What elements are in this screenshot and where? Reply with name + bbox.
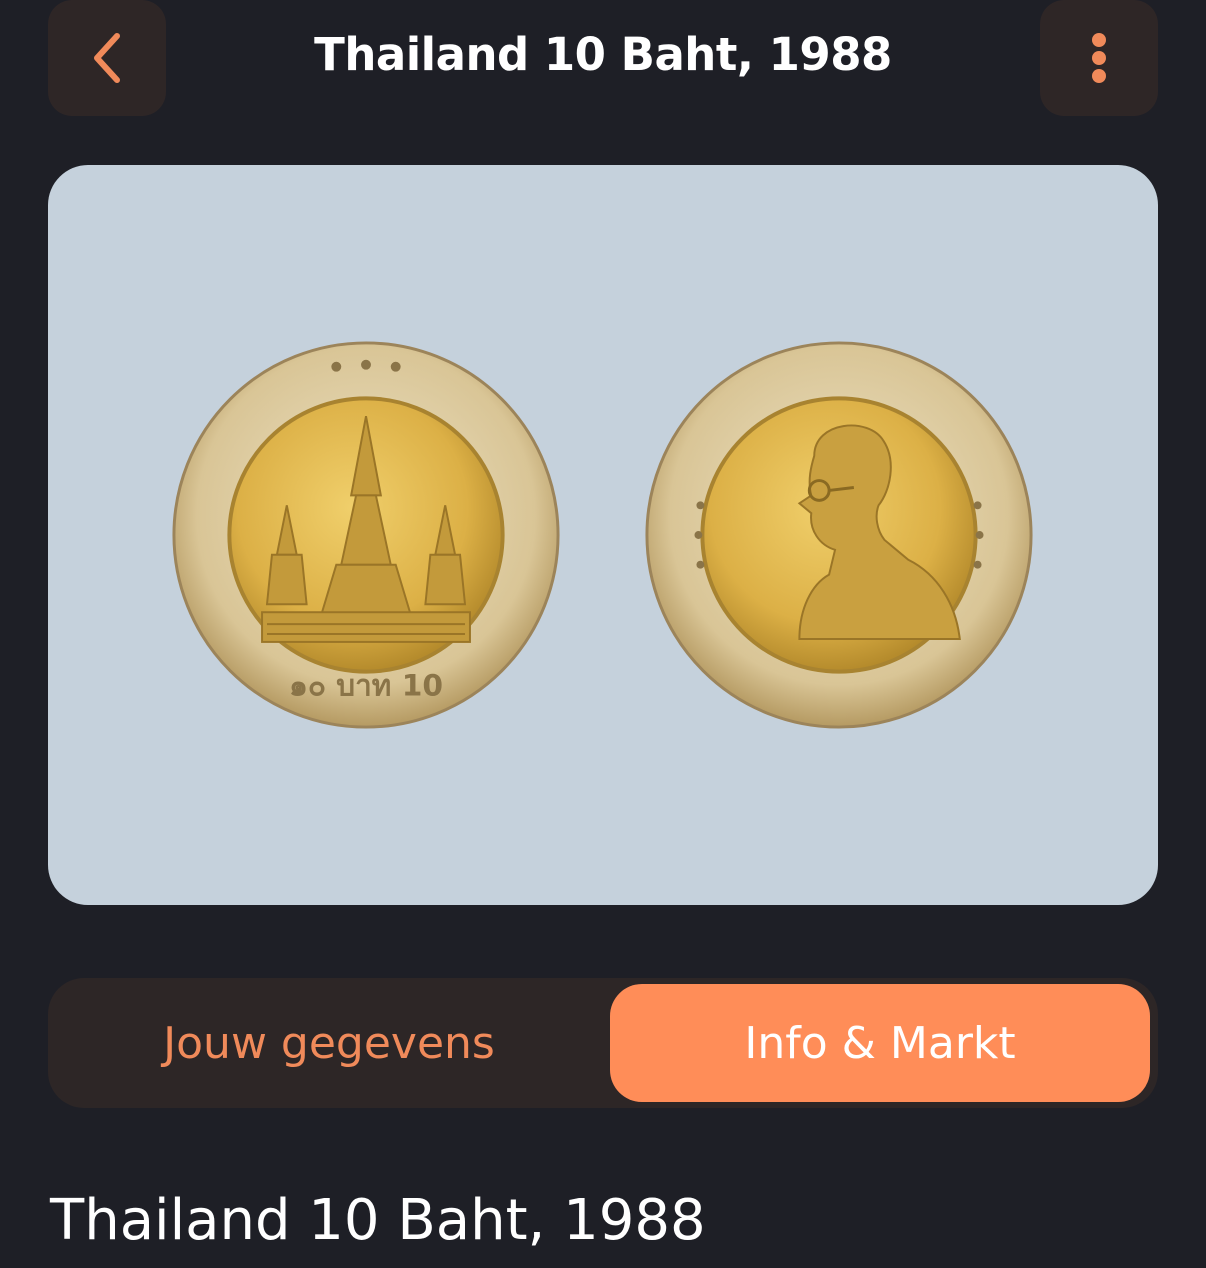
- tab-switcher: Jouw gegevens Info & Markt: [48, 978, 1158, 1108]
- back-button[interactable]: [48, 0, 166, 116]
- screen: Thailand 10 Baht, 1988 ๑๐ บาท 10 Jouw ge…: [0, 0, 1206, 1268]
- coin-image-card[interactable]: ๑๐ บาท 10: [48, 165, 1158, 905]
- chevron-left-icon: [94, 33, 120, 83]
- tab-info-market[interactable]: Info & Markt: [610, 984, 1150, 1102]
- tab-your-data[interactable]: Jouw gegevens: [54, 984, 604, 1102]
- header-title: Thailand 10 Baht, 1988: [314, 28, 892, 81]
- page-title: Thailand 10 Baht, 1988: [50, 1188, 706, 1253]
- coin-bottom-legend: ๑๐ บาท 10: [289, 668, 443, 703]
- coin-obverse-image: ๑๐ บาท 10: [172, 341, 560, 729]
- more-options-button[interactable]: [1040, 0, 1158, 116]
- coin-reverse-image: [645, 341, 1033, 729]
- more-vertical-icon: [1092, 33, 1106, 83]
